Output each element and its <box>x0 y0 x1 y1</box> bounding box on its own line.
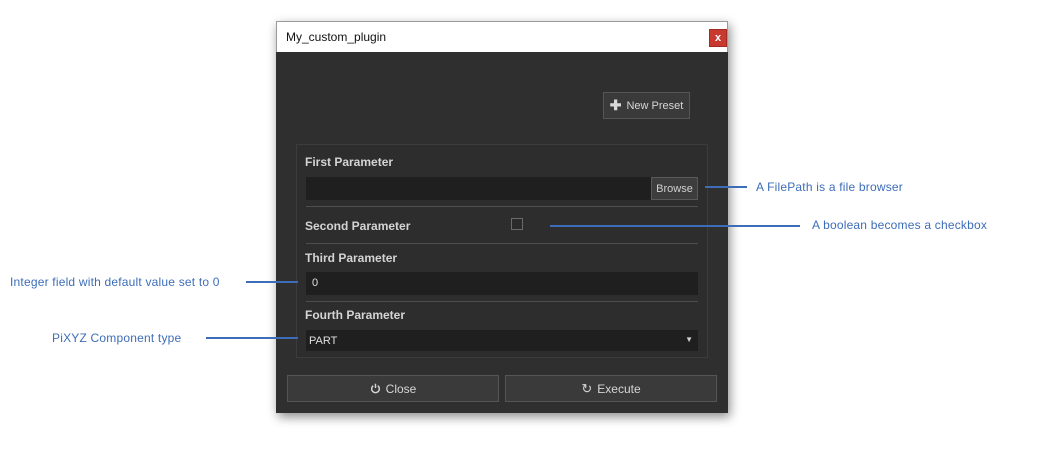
execute-button[interactable]: ↻ Execute <box>505 375 717 402</box>
annotation-connector <box>705 186 747 188</box>
annotation-connector <box>550 225 800 227</box>
annotation-boolean: A boolean becomes a checkbox <box>812 218 988 232</box>
close-label: Close <box>385 381 417 396</box>
window-title: My_custom_plugin <box>286 30 387 44</box>
new-preset-label: New Preset <box>626 99 684 112</box>
browse-button[interactable]: Browse <box>651 177 698 200</box>
first-parameter-filepath-input[interactable] <box>306 177 651 200</box>
close-button[interactable]: Close <box>287 375 499 402</box>
divider <box>306 301 698 302</box>
title-bar[interactable]: My_custom_plugin x <box>276 21 728 52</box>
first-parameter-label: First Parameter <box>305 155 394 169</box>
refresh-icon: ↻ <box>581 380 593 396</box>
fourth-parameter-label: Fourth Parameter <box>305 308 406 322</box>
plus-icon: ✚ <box>609 97 622 113</box>
annotation-connector <box>206 337 298 339</box>
third-parameter-integer-input[interactable]: 0 <box>306 272 698 295</box>
second-parameter-checkbox[interactable] <box>511 218 523 230</box>
annotation-component: PiXYZ Component type <box>52 331 182 345</box>
power-icon <box>370 383 380 394</box>
close-icon[interactable]: x <box>709 29 727 47</box>
annotation-integer: Integer field with default value set to … <box>10 275 220 289</box>
fourth-parameter-select[interactable]: PART ▼ <box>306 330 698 351</box>
plugin-dialog: My_custom_plugin x ✚ New Preset First Pa… <box>276 21 728 413</box>
divider <box>306 243 698 244</box>
dropdown-arrow-icon[interactable]: ▼ <box>685 335 693 344</box>
execute-label: Execute <box>597 381 641 396</box>
third-parameter-label: Third Parameter <box>305 251 398 265</box>
selected-value: PART <box>309 335 338 347</box>
annotation-connector <box>246 281 298 283</box>
annotation-filepath: A FilePath is a file browser <box>756 180 903 194</box>
divider <box>306 206 698 207</box>
new-preset-button[interactable]: ✚ New Preset <box>603 92 690 119</box>
second-parameter-label: Second Parameter <box>305 219 411 233</box>
